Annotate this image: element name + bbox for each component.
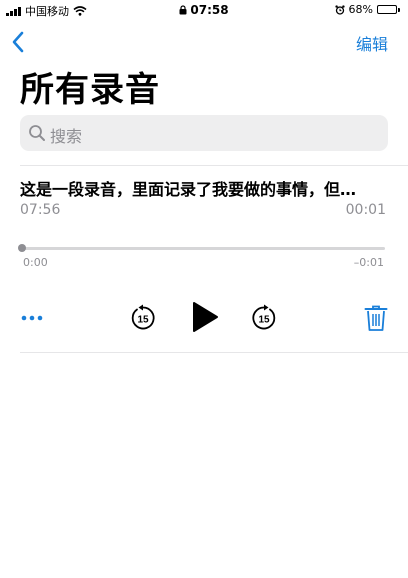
skip-forward-icon: 15 bbox=[252, 304, 276, 330]
recording-time: 07:56 bbox=[20, 202, 61, 218]
trash-icon bbox=[364, 305, 388, 331]
back-button[interactable] bbox=[10, 30, 28, 54]
ellipsis-icon bbox=[21, 315, 43, 321]
search-input[interactable]: 搜索 bbox=[20, 115, 388, 151]
skip-forward-seconds: 15 bbox=[258, 315, 270, 326]
voice-memos-screen: 中国移动 07:58 68% 编辑 所有录音 搜索 这是一段录音，里面记录了我要… bbox=[0, 0, 408, 578]
lock-icon bbox=[179, 5, 187, 15]
more-options-button[interactable] bbox=[20, 310, 46, 326]
search-icon bbox=[29, 125, 45, 141]
skip-back-15-button[interactable]: 15 bbox=[129, 304, 157, 332]
elapsed-time: 0:00 bbox=[23, 256, 48, 269]
status-time: 07:58 bbox=[190, 3, 229, 17]
skip-forward-15-button[interactable]: 15 bbox=[250, 304, 278, 332]
status-bar: 中国移动 07:58 68% bbox=[0, 0, 408, 20]
chevron-left-icon bbox=[12, 31, 24, 53]
scrubber-handle[interactable] bbox=[18, 244, 26, 252]
alarm-icon bbox=[334, 4, 345, 15]
battery-percent: 68% bbox=[348, 3, 373, 16]
playback-scrubber[interactable] bbox=[22, 247, 385, 250]
skip-back-seconds: 15 bbox=[137, 315, 149, 326]
divider bbox=[20, 165, 408, 166]
recording-title[interactable]: 这是一段录音，里面记录了我要做的事情，但… bbox=[20, 176, 388, 200]
play-icon bbox=[193, 302, 218, 332]
search-placeholder: 搜索 bbox=[50, 127, 83, 146]
skip-back-icon: 15 bbox=[131, 304, 155, 330]
edit-button[interactable]: 编辑 bbox=[356, 31, 388, 55]
delete-button[interactable] bbox=[364, 304, 388, 332]
battery-icon bbox=[377, 5, 400, 14]
remaining-time: –0:01 bbox=[353, 256, 384, 269]
page-title: 所有录音 bbox=[20, 70, 160, 110]
divider bbox=[20, 352, 408, 353]
recording-duration: 00:01 bbox=[345, 202, 386, 218]
status-right: 68% bbox=[334, 3, 400, 16]
play-button[interactable] bbox=[191, 301, 219, 333]
